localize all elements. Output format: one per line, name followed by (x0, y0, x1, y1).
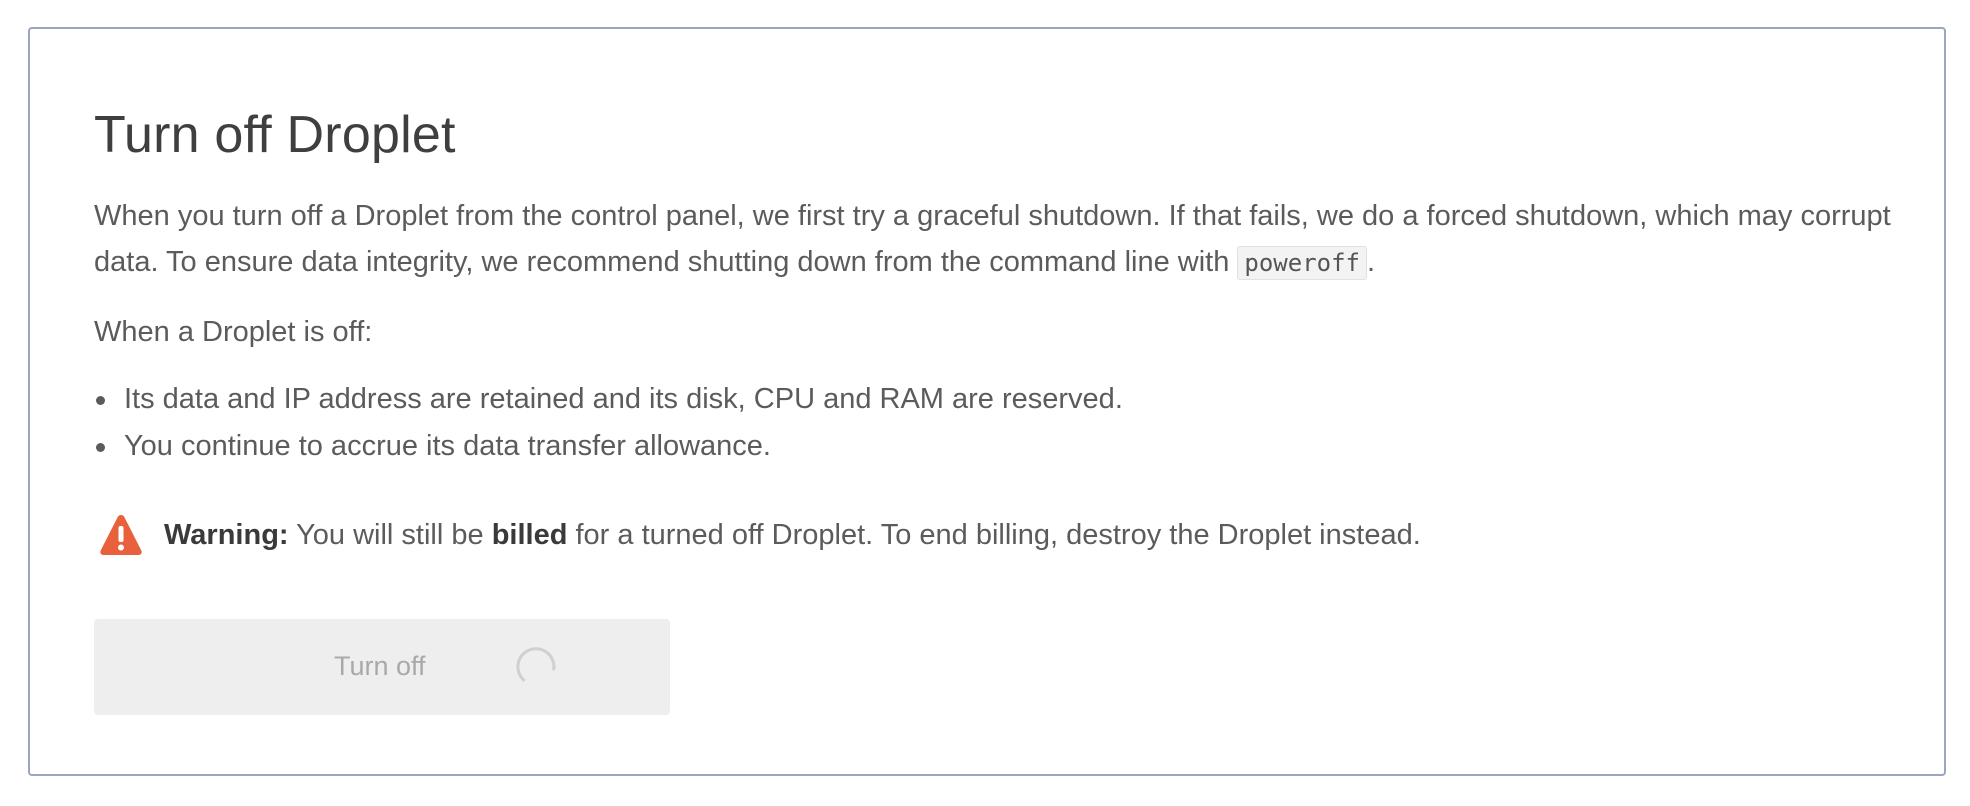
bullet-icon (96, 443, 105, 452)
billing-warning: Warning: You will still be billed for a … (94, 510, 1944, 560)
bullet-icon (96, 396, 105, 405)
warning-label: Warning: (164, 519, 289, 551)
list-item-text: You continue to accrue its data transfer… (124, 430, 771, 462)
description-text: When you turn off a Droplet from the con… (94, 200, 1891, 278)
off-intro-text: When a Droplet is off: (94, 316, 373, 348)
poweroff-command: poweroff (1237, 246, 1367, 280)
warning-emphasis: billed (491, 519, 568, 551)
panel-description: When you turn off a Droplet from the con… (94, 193, 1894, 286)
turn-off-button-label: Turn off (334, 651, 426, 681)
warning-text: Warning: You will still be billed for a … (164, 510, 1421, 560)
panel-title: Turn off Droplet (94, 106, 456, 164)
warning-triangle-icon (100, 515, 142, 555)
warning-text-start: You will still be (288, 519, 492, 551)
list-item: Its data and IP address are retained and… (94, 376, 1944, 423)
description-end: . (1367, 246, 1376, 278)
off-effects-list: Its data and IP address are retained and… (94, 376, 1944, 470)
turn-off-droplet-panel: Turn off Droplet When you turn off a Dro… (28, 27, 1946, 776)
list-item-text: Its data and IP address are retained and… (124, 383, 1123, 415)
warning-text-end: for a turned off Droplet. To end billing… (567, 519, 1421, 551)
spinner-icon (516, 647, 556, 682)
list-item: You continue to accrue its data transfer… (94, 423, 1944, 470)
turn-off-button[interactable]: Turn off (94, 619, 670, 715)
